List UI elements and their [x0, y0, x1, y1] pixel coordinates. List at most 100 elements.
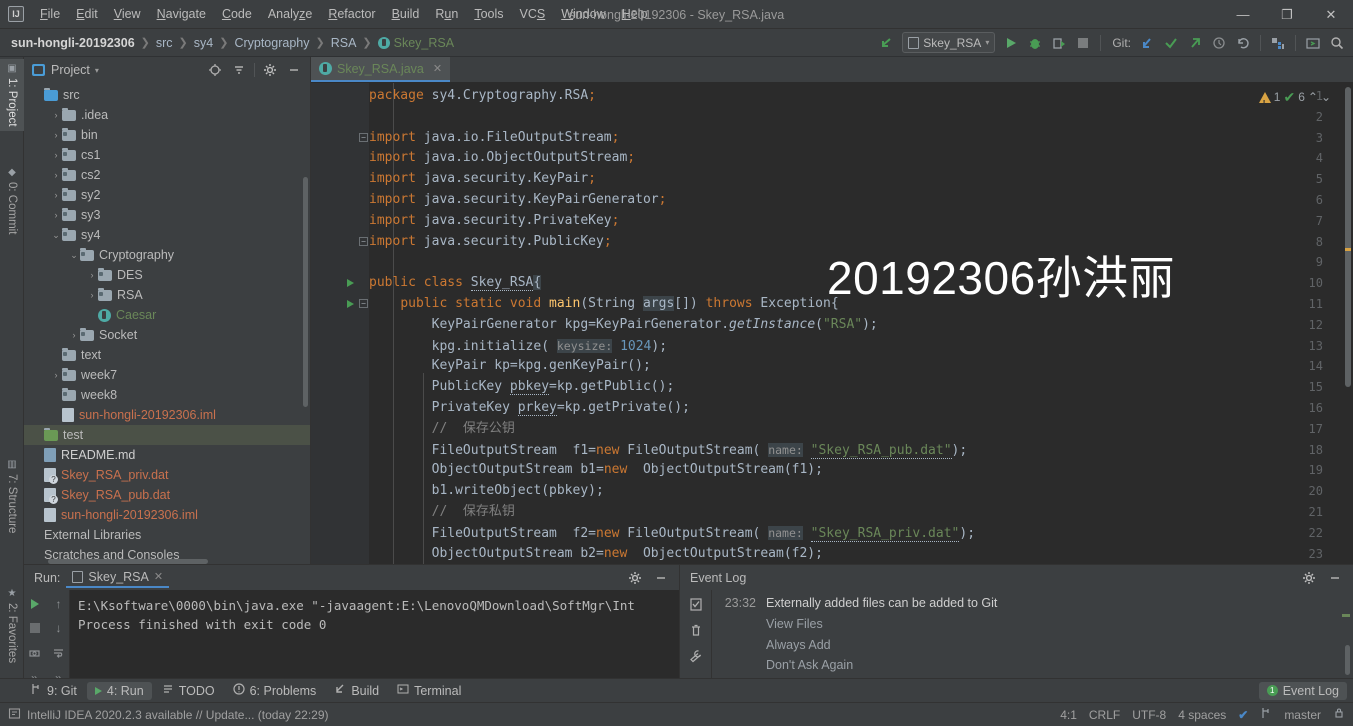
run-icon[interactable]: [999, 32, 1023, 54]
tree-node-rsa[interactable]: › RSA: [24, 285, 310, 305]
code-editor[interactable]: 1 package sy4.Cryptography.RSA; 2 3− import…: [311, 83, 1353, 564]
bottom-tab-todo[interactable]: TODO: [154, 681, 223, 700]
maximize-button[interactable]: ❐: [1265, 0, 1309, 29]
project-tree[interactable]: src › .idea › bin › cs1 › cs2 › sy2 › sy3 ⌄ sy4 ⌄ Crypto…: [24, 83, 310, 564]
tree-node-sy2[interactable]: › sy2: [24, 185, 310, 205]
tree-node-socket[interactable]: › Socket: [24, 325, 310, 345]
tree-node-sun-hongli-20192306-iml[interactable]: sun-hongli-20192306.iml: [24, 505, 310, 525]
fold-toggle-icon[interactable]: −: [359, 236, 368, 246]
menu-item-build[interactable]: Build: [384, 3, 428, 25]
menu-item-vcs[interactable]: VCS: [512, 3, 554, 25]
update-project-icon[interactable]: [1135, 32, 1159, 54]
run-gutter-icon[interactable]: [347, 279, 354, 288]
toggle-terminal-icon[interactable]: [1301, 32, 1325, 54]
line-separator[interactable]: CRLF: [1089, 708, 1120, 722]
event-log-action-link[interactable]: Always Add: [716, 635, 1353, 656]
chevron-down-icon[interactable]: ⌄: [50, 230, 62, 241]
project-tree-scrollbar[interactable]: [303, 177, 308, 407]
status-message[interactable]: IntelliJ IDEA 2020.2.3 available // Upda…: [27, 708, 329, 722]
menu-item-navigate[interactable]: Navigate: [149, 3, 214, 25]
push-icon[interactable]: [1183, 32, 1207, 54]
menu-item-refactor[interactable]: Refactor: [320, 3, 383, 25]
git-branch-label[interactable]: master: [1284, 708, 1321, 722]
sidebar-item-favorites[interactable]: ★ 2: Favorites: [0, 584, 24, 667]
sidebar-item-project[interactable]: ▣ 1: Project: [0, 59, 24, 131]
chevron-right-icon[interactable]: ›: [50, 110, 62, 120]
chevron-right-icon[interactable]: ›: [50, 130, 62, 140]
chevron-right-icon[interactable]: ›: [86, 270, 98, 280]
chevron-down-icon[interactable]: ▾: [95, 66, 99, 75]
hide-panel-icon[interactable]: [649, 567, 673, 589]
tree-node-text[interactable]: text: [24, 345, 310, 365]
run-gutter-icon[interactable]: [347, 300, 354, 308]
sidebar-item-commit[interactable]: ◆ 0: Commit: [0, 163, 24, 238]
locate-icon[interactable]: [203, 59, 227, 81]
fold-toggle-icon[interactable]: −: [359, 132, 368, 142]
tree-node-week8[interactable]: week8: [24, 385, 310, 405]
chevron-right-icon[interactable]: ›: [50, 150, 62, 160]
run-with-coverage-icon[interactable]: [1047, 32, 1071, 54]
chevron-right-icon[interactable]: ›: [50, 170, 62, 180]
menu-item-file[interactable]: File: [32, 3, 68, 25]
chevron-right-icon[interactable]: ›: [50, 190, 62, 200]
tree-node-des[interactable]: › DES: [24, 265, 310, 285]
commit-icon[interactable]: [1159, 32, 1183, 54]
chevron-down-icon[interactable]: ⌄: [68, 250, 80, 261]
run-configuration-selector[interactable]: Skey_RSA ▾: [902, 32, 996, 53]
editor-scrollbar[interactable]: [1345, 87, 1351, 387]
fold-toggle-icon[interactable]: −: [359, 299, 368, 308]
tree-node-cs2[interactable]: › cs2: [24, 165, 310, 185]
tree-node-sun-hongli-20192306-iml[interactable]: sun-hongli-20192306.iml: [24, 405, 310, 425]
editor-tab-skey-rsa[interactable]: Skey_RSA.java ✕: [311, 57, 451, 82]
editor-warning-marker[interactable]: [1345, 248, 1351, 251]
breadcrumb-item-cryptography[interactable]: Cryptography: [231, 35, 312, 51]
tree-node-caesar[interactable]: Caesar: [24, 305, 310, 325]
event-log-badge[interactable]: 1 Event Log: [1258, 681, 1347, 700]
menu-item-window[interactable]: Window: [553, 3, 613, 25]
bottom-tab-terminal[interactable]: Terminal: [389, 681, 469, 700]
menu-item-help[interactable]: Help: [614, 3, 656, 25]
tree-node-sy3[interactable]: › sy3: [24, 205, 310, 225]
event-log-text[interactable]: Don't Ask Again: [766, 655, 853, 676]
minimize-button[interactable]: —: [1221, 0, 1265, 29]
stop-icon[interactable]: [1071, 32, 1095, 54]
wrench-icon[interactable]: [686, 646, 706, 666]
event-log-action-link[interactable]: Don't Ask Again: [716, 655, 1353, 676]
tree-node--idea[interactable]: › .idea: [24, 105, 310, 125]
hide-panel-icon[interactable]: [282, 59, 306, 81]
tree-node-skey-rsa-pub-dat[interactable]: Skey_RSA_pub.dat: [24, 485, 310, 505]
menu-item-view[interactable]: View: [106, 3, 149, 25]
breadcrumb-item-sun-hongli-20192306[interactable]: sun-hongli-20192306: [8, 35, 138, 51]
tree-node-bin[interactable]: › bin: [24, 125, 310, 145]
hide-panel-icon[interactable]: [1323, 567, 1347, 589]
run-console[interactable]: E:\Ksoftware\0000\bin\java.exe "-javaage…: [70, 590, 679, 688]
gear-icon[interactable]: [623, 567, 647, 589]
breadcrumb-item-rsa[interactable]: RSA: [328, 35, 360, 51]
bottom-tab-problems[interactable]: 6: Problems: [225, 681, 325, 700]
event-log-text[interactable]: View Files: [766, 614, 823, 635]
sidebar-item-structure[interactable]: ▥ 7: Structure: [0, 455, 24, 537]
stop-icon[interactable]: [25, 618, 45, 638]
print-icon[interactable]: [25, 642, 45, 662]
event-log-list[interactable]: 23:32 Externally added files can be added…: [712, 590, 1353, 678]
menu-item-edit[interactable]: Edit: [68, 3, 106, 25]
breadcrumb-item-sy4[interactable]: sy4: [191, 35, 216, 51]
history-icon[interactable]: [1207, 32, 1231, 54]
close-icon[interactable]: ✕: [433, 62, 442, 75]
mark-read-icon[interactable]: [686, 594, 706, 614]
gear-icon[interactable]: [258, 59, 282, 81]
lock-icon[interactable]: [1333, 707, 1345, 722]
bottom-tab-run[interactable]: 4: Run: [86, 681, 152, 700]
scroll-down-icon[interactable]: ↓: [49, 618, 69, 638]
rollback-icon[interactable]: [1231, 32, 1255, 54]
breadcrumb-item-src[interactable]: src: [153, 35, 176, 51]
close-button[interactable]: ✕: [1309, 0, 1353, 29]
gear-icon[interactable]: [1297, 567, 1321, 589]
chevron-right-icon[interactable]: ›: [86, 290, 98, 300]
event-log-scrollbar[interactable]: [1345, 645, 1350, 675]
tree-node-cs1[interactable]: › cs1: [24, 145, 310, 165]
indent-setting[interactable]: 4 spaces: [1178, 708, 1226, 722]
soft-wrap-icon[interactable]: [49, 642, 69, 662]
menu-item-analyze[interactable]: Analyze: [260, 3, 320, 25]
vcs-status-icon[interactable]: ✔: [1238, 708, 1248, 722]
